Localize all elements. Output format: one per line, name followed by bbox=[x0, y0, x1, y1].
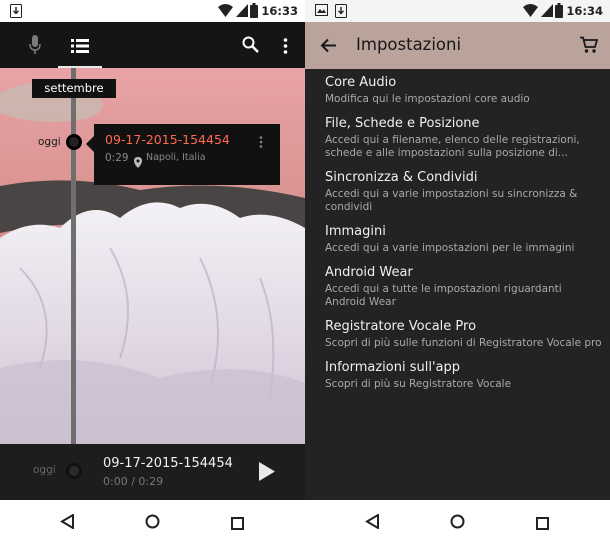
wifi-icon bbox=[218, 4, 233, 20]
download-icon bbox=[10, 4, 22, 21]
nav-back-icon[interactable] bbox=[60, 513, 74, 533]
screenshot-stage: 16:33 settembre oggi 09-17-2015-154454 0… bbox=[0, 0, 610, 542]
image-icon bbox=[315, 4, 328, 19]
back-arrow-icon[interactable] bbox=[320, 38, 336, 57]
right-phone-screen: 16:34 Impostazioni Core Audio Modifica q… bbox=[305, 0, 610, 500]
player-title: 09-17-2015-154454 bbox=[103, 456, 233, 471]
player-bar: oggi 09-17-2015-154454 0:00 / 0:29 bbox=[0, 444, 305, 500]
location-pin-icon bbox=[134, 153, 142, 172]
recorder-toolbar bbox=[0, 22, 305, 68]
recording-duration: 0:29 bbox=[105, 152, 129, 164]
cell-signal-icon bbox=[541, 4, 553, 20]
today-label: oggi bbox=[38, 136, 61, 148]
page-title: Impostazioni bbox=[356, 35, 462, 54]
settings-item-subtitle: Modifica qui le impostazioni core audio bbox=[325, 93, 530, 105]
settings-item-title: Core Audio bbox=[325, 75, 397, 90]
settings-item-about[interactable]: Informazioni sull'app Scopri di più su R… bbox=[325, 360, 603, 391]
battery-icon bbox=[555, 3, 563, 21]
settings-item-title: File, Schede e Posizione bbox=[325, 116, 480, 131]
month-label: settembre bbox=[32, 79, 116, 98]
download-icon bbox=[335, 4, 347, 21]
settings-item-subtitle: Scopri di più sulle funzioni di Registra… bbox=[325, 337, 602, 349]
settings-item-title: Android Wear bbox=[325, 265, 413, 280]
settings-item-subtitle: Accedi qui a varie impostazioni su sincr… bbox=[325, 188, 578, 213]
settings-item-pro[interactable]: Registratore Vocale Pro Scopri di più su… bbox=[325, 319, 603, 350]
settings-item-subtitle: Accedi qui a varie impostazioni per le i… bbox=[325, 242, 575, 254]
recording-location: Napoli, Italia bbox=[146, 152, 206, 163]
battery-icon bbox=[250, 3, 258, 21]
settings-item-title: Informazioni sull'app bbox=[325, 360, 461, 375]
android-nav-bar bbox=[0, 500, 610, 542]
settings-item-android-wear[interactable]: Android Wear Accedi qui a tutte le impos… bbox=[325, 265, 603, 309]
settings-item-core-audio[interactable]: Core Audio Modifica qui le impostazioni … bbox=[325, 75, 603, 106]
left-status-bar: 16:33 bbox=[0, 0, 305, 22]
recording-title: 09-17-2015-154454 bbox=[105, 132, 230, 147]
nav-recents-icon[interactable] bbox=[231, 515, 244, 534]
right-status-bar: 16:34 bbox=[305, 0, 610, 22]
left-phone-screen: 16:33 settembre oggi 09-17-2015-154454 0… bbox=[0, 0, 305, 500]
settings-item-file[interactable]: File, Schede e Posizione Accedi qui a fi… bbox=[325, 116, 603, 160]
more-vert-icon[interactable] bbox=[283, 38, 288, 58]
player-today-label: oggi bbox=[33, 464, 56, 476]
player-timeline-dot bbox=[66, 463, 82, 479]
cart-icon[interactable] bbox=[580, 36, 599, 58]
settings-toolbar: Impostazioni bbox=[305, 22, 610, 69]
settings-list: Core Audio Modifica qui le impostazioni … bbox=[325, 75, 603, 401]
settings-item-title: Immagini bbox=[325, 224, 386, 239]
more-vert-icon[interactable] bbox=[259, 133, 263, 152]
wifi-icon bbox=[523, 4, 538, 20]
settings-item-subtitle: Scopri di più su Registratore Vocale bbox=[325, 378, 512, 390]
settings-item-subtitle: Accedi qui a tutte le impostazioni rigua… bbox=[325, 283, 562, 308]
settings-item-images[interactable]: Immagini Accedi qui a varie impostazioni… bbox=[325, 224, 603, 255]
nav-home-icon[interactable] bbox=[145, 514, 160, 533]
player-progress: 0:00 / 0:29 bbox=[103, 475, 164, 488]
nav-recents-icon[interactable] bbox=[536, 515, 549, 534]
microphone-icon[interactable] bbox=[29, 35, 41, 59]
status-time: 16:33 bbox=[261, 4, 298, 18]
settings-item-title: Sincronizza & Condividi bbox=[325, 170, 478, 185]
cell-signal-icon bbox=[236, 4, 248, 20]
search-icon[interactable] bbox=[242, 36, 259, 57]
settings-item-title: Registratore Vocale Pro bbox=[325, 319, 477, 334]
nav-back-icon[interactable] bbox=[365, 513, 379, 533]
list-icon[interactable] bbox=[71, 38, 89, 57]
timeline-dot[interactable] bbox=[66, 134, 82, 150]
settings-item-subtitle: Accedi qui a filename, elenco delle regi… bbox=[325, 134, 580, 159]
recording-card[interactable]: 09-17-2015-154454 0:29 Napoli, Italia bbox=[86, 124, 280, 185]
timeline-line bbox=[71, 68, 76, 500]
status-time: 16:34 bbox=[566, 4, 603, 18]
settings-item-sync[interactable]: Sincronizza & Condividi Accedi qui a var… bbox=[325, 170, 603, 214]
play-icon[interactable] bbox=[259, 462, 275, 485]
nav-home-icon[interactable] bbox=[450, 514, 465, 533]
